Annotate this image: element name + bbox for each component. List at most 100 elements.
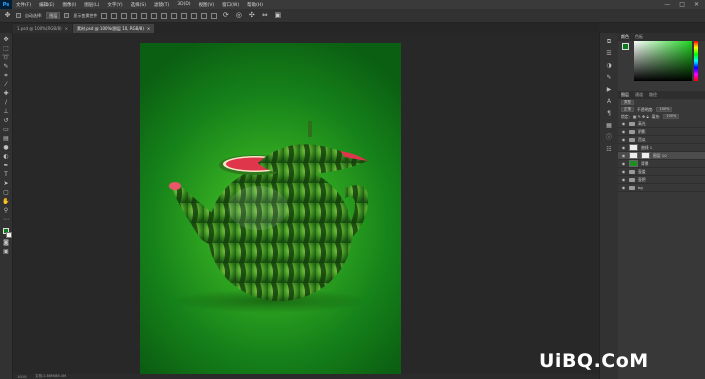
fill-input[interactable]: 100% xyxy=(663,114,680,119)
align-bottom-icon[interactable] xyxy=(121,12,128,19)
history-brush-icon[interactable]: ↺ xyxy=(2,117,11,125)
lock-icons[interactable]: ▦ ✎ ✥ 🔒︎ xyxy=(633,114,649,119)
background-color-swatch[interactable] xyxy=(5,232,12,238)
lasso-icon[interactable]: ➰ xyxy=(2,54,11,62)
distribute-right-icon[interactable] xyxy=(211,12,218,19)
distribute-left-icon[interactable] xyxy=(191,12,198,19)
visibility-eye-icon[interactable]: ◉ xyxy=(621,153,626,158)
layer-row-selected[interactable]: ◉ 图层 10 xyxy=(618,152,705,160)
zoom-level[interactable]: 100% xyxy=(17,375,27,379)
actions-icon[interactable]: ▶ xyxy=(605,86,614,94)
3d-slide-icon[interactable]: ⇔ xyxy=(260,11,269,20)
menu-3d[interactable]: 3D(D) xyxy=(173,2,194,7)
align-vcenter-icon[interactable] xyxy=(111,12,118,19)
align-right-icon[interactable] xyxy=(151,12,158,19)
eyedropper-icon[interactable]: ⁄ xyxy=(2,81,11,89)
path-select-icon[interactable]: ➤ xyxy=(2,180,11,188)
tab-swatches[interactable]: 色板 xyxy=(635,33,643,41)
visibility-eye-icon[interactable]: ◉ xyxy=(621,169,626,174)
quick-mask-icon[interactable]: ◙ xyxy=(2,239,11,247)
quick-select-icon[interactable]: ✎ xyxy=(2,63,11,71)
character-icon[interactable]: A xyxy=(605,98,614,106)
close-tab-icon[interactable]: × xyxy=(65,24,68,33)
eraser-icon[interactable]: ▭ xyxy=(2,126,11,134)
properties-icon[interactable]: ☰ xyxy=(605,50,614,58)
healing-icon[interactable]: ✚ xyxy=(2,90,11,98)
visibility-eye-icon[interactable]: ◉ xyxy=(621,177,626,182)
menu-filter[interactable]: 滤镜(T) xyxy=(150,2,173,8)
menu-image[interactable]: 图像(I) xyxy=(58,2,80,8)
distribute-bottom-icon[interactable] xyxy=(181,12,188,19)
layer-row[interactable]: ◉ bg xyxy=(618,184,705,192)
brush-icon[interactable]: ∕ xyxy=(2,99,11,107)
menu-help[interactable]: 帮助(H) xyxy=(243,2,267,8)
color-spectrum-field[interactable] xyxy=(634,41,692,81)
3d-scale-icon[interactable]: ▣ xyxy=(273,11,282,20)
close-window-button[interactable]: ✕ xyxy=(694,1,699,8)
document-tab-2[interactable]: 素材.psd @ 100%(图层 10, RGB/8) × xyxy=(72,24,155,33)
paragraph-icon[interactable]: ¶ xyxy=(605,110,614,118)
3d-pan-icon[interactable]: ✣ xyxy=(247,11,256,20)
visibility-eye-icon[interactable]: ◉ xyxy=(621,121,626,126)
gradient-icon[interactable]: ▤ xyxy=(2,135,11,143)
brush-presets-icon[interactable]: ✎ xyxy=(605,74,614,82)
shape-icon[interactable]: ▢ xyxy=(2,189,11,197)
document-tab-1[interactable]: 1.psd @ 100%(RGB/8) × xyxy=(13,24,72,33)
adjustments-icon[interactable]: ◑ xyxy=(605,62,614,70)
layer-kind-filter[interactable]: 类型 xyxy=(621,100,634,105)
hand-icon[interactable]: ✋ xyxy=(2,198,11,206)
menu-edit[interactable]: 编辑(E) xyxy=(35,2,58,8)
align-top-icon[interactable] xyxy=(101,12,108,19)
visibility-eye-icon[interactable]: ◉ xyxy=(621,185,626,190)
type-icon[interactable]: T xyxy=(2,171,11,179)
layer-row[interactable]: ◉ 背景 xyxy=(618,160,705,168)
auto-select-dropdown[interactable]: 图层 xyxy=(46,12,61,19)
blend-mode-dropdown[interactable]: 正常 xyxy=(621,107,634,112)
layer-row[interactable]: ◉ 曲线 1 xyxy=(618,144,705,152)
minimize-button[interactable]: — xyxy=(664,1,670,8)
distribute-vcenter-icon[interactable] xyxy=(171,12,178,19)
menu-select[interactable]: 选择(S) xyxy=(127,2,150,8)
opacity-input[interactable]: 100% xyxy=(656,107,673,112)
show-transform-checkbox[interactable] xyxy=(64,13,70,18)
layer-row[interactable]: ◉ 壶盖 xyxy=(618,168,705,176)
crop-icon[interactable]: ⌗ xyxy=(2,72,11,80)
swatches-icon[interactable]: ▦ xyxy=(605,122,614,130)
screen-mode-icon[interactable]: ▣ xyxy=(2,248,11,256)
align-hcenter-icon[interactable] xyxy=(141,12,148,19)
layer-row[interactable]: ◉ 西瓜 xyxy=(618,136,705,144)
menu-type[interactable]: 文字(Y) xyxy=(103,2,126,8)
tab-paths[interactable]: 路径 xyxy=(649,91,657,99)
tab-layers[interactable]: 图层 xyxy=(621,91,629,99)
document-canvas[interactable] xyxy=(140,43,401,374)
visibility-eye-icon[interactable]: ◉ xyxy=(621,129,626,134)
3d-roll-icon[interactable]: ◎ xyxy=(234,11,243,20)
align-left-icon[interactable] xyxy=(131,12,138,19)
close-tab-icon[interactable]: × xyxy=(147,24,150,33)
more-tools-icon[interactable]: ⋯ xyxy=(2,216,11,224)
layer-row[interactable]: ◉ 高光 xyxy=(618,120,705,128)
hue-slider[interactable] xyxy=(694,41,698,81)
distribute-hcenter-icon[interactable] xyxy=(201,12,208,19)
move-icon[interactable]: ✥ xyxy=(2,36,11,44)
visibility-eye-icon[interactable]: ◉ xyxy=(621,145,626,150)
marquee-icon[interactable]: ⬚ xyxy=(2,45,11,53)
layer-row[interactable]: ◉ 壶把 xyxy=(618,176,705,184)
zoom-icon[interactable]: ⚲ xyxy=(2,207,11,215)
visibility-eye-icon[interactable]: ◉ xyxy=(621,137,626,142)
color-panel-foreground-swatch[interactable] xyxy=(622,43,629,50)
info-icon[interactable]: ⓘ xyxy=(605,134,614,142)
3d-rotate-icon[interactable]: ⟳ xyxy=(221,11,230,20)
menu-view[interactable]: 视图(V) xyxy=(195,2,219,8)
blur-icon[interactable]: ● xyxy=(2,144,11,152)
menu-window[interactable]: 窗口(W) xyxy=(218,2,243,8)
stamp-icon[interactable]: ⊥ xyxy=(2,108,11,116)
distribute-top-icon[interactable] xyxy=(161,12,168,19)
tab-channels[interactable]: 通道 xyxy=(635,91,643,99)
menu-layer[interactable]: 图层(L) xyxy=(80,2,103,8)
pen-icon[interactable]: ✒ xyxy=(2,162,11,170)
tab-color[interactable]: 颜色 xyxy=(621,33,629,41)
visibility-eye-icon[interactable]: ◉ xyxy=(621,161,626,166)
maximize-button[interactable]: □ xyxy=(679,1,685,8)
libraries-icon[interactable]: ☷ xyxy=(605,146,614,154)
